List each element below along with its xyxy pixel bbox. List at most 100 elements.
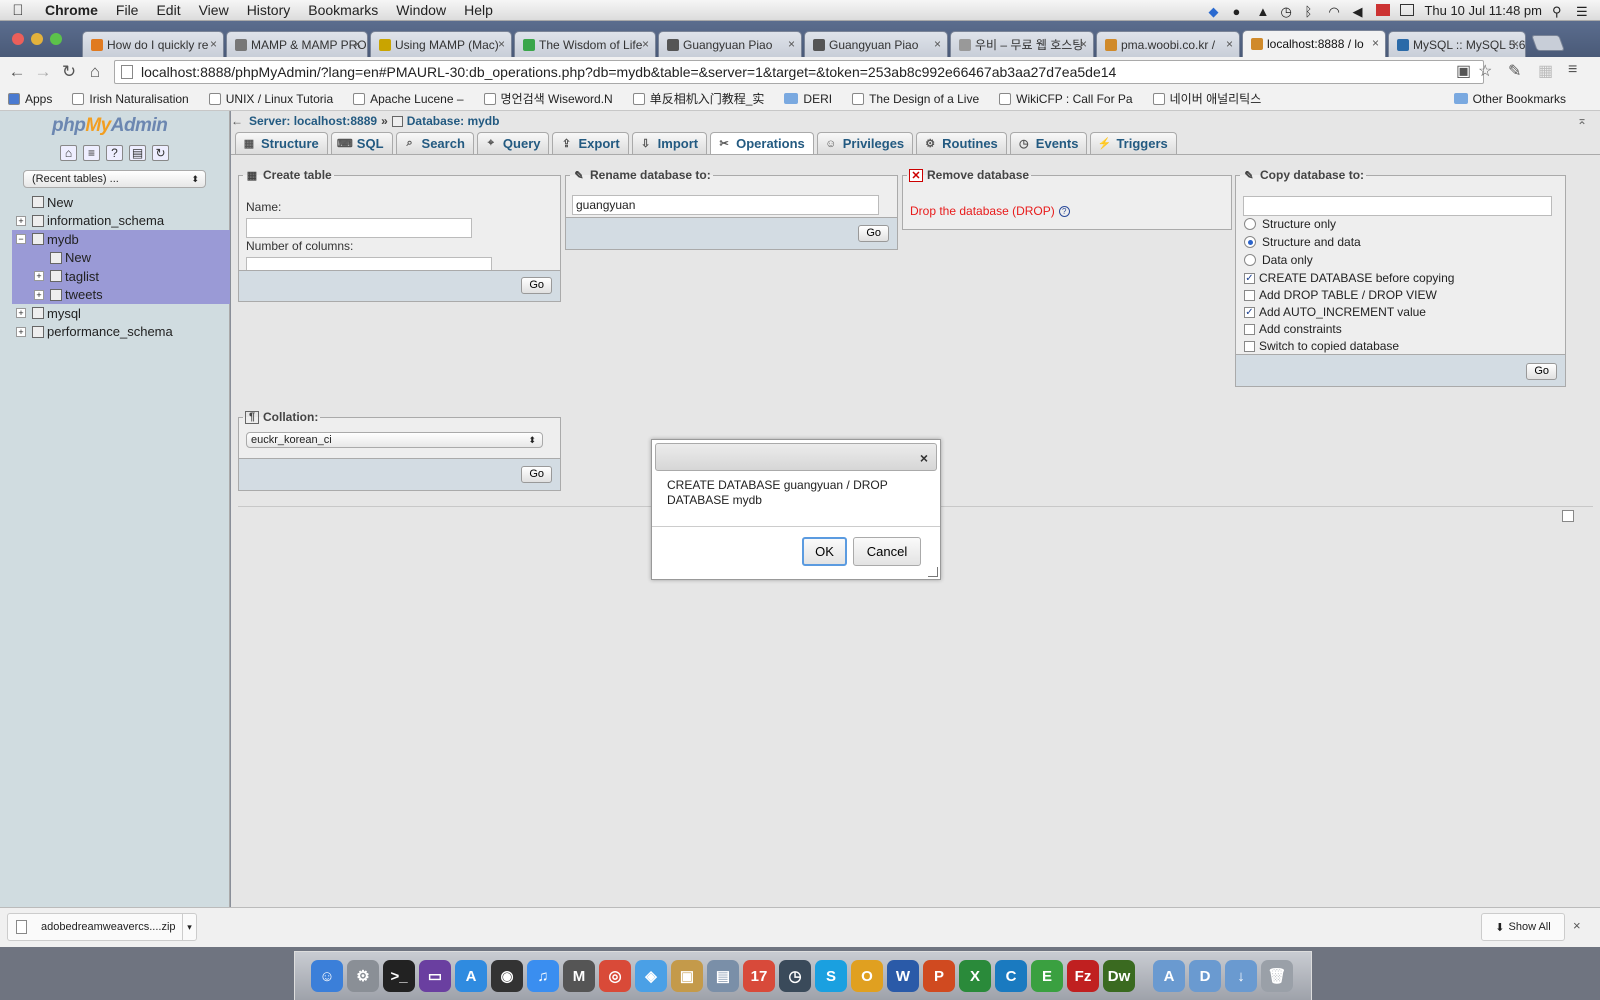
reload-icon[interactable]: ↻ [56,62,82,82]
bookmark-item[interactable]: 单反相机入门教程_实 [632,90,764,107]
excel-icon[interactable]: X [959,960,991,992]
copy-option-checkbox[interactable]: ✓ CREATE DATABASE before copying [1244,271,1454,285]
checkbox[interactable]: ✓ [1244,306,1255,318]
expand-toggle-icon[interactable]: + [16,308,26,319]
tree-node[interactable]: − mydb [12,230,230,249]
applications-folder-icon[interactable]: A [1153,960,1185,992]
close-tab-icon[interactable]: × [934,37,941,51]
close-tab-icon[interactable]: × [642,37,649,51]
browser-tab[interactable]: Guangyuan Piao × [658,31,802,57]
tab-search[interactable]: ⌕ Search [395,132,474,154]
tab-operations[interactable]: ✂ Operations [710,132,814,154]
preview-icon[interactable]: ▣ [671,960,703,992]
tree-node[interactable]: New [12,193,230,212]
dreamweaver-icon[interactable]: Dw [1103,960,1135,992]
extension2-icon[interactable]: ▦ [1538,61,1553,81]
safari-icon[interactable]: ◈ [635,960,667,992]
apple-menu-icon[interactable]:  [0,2,36,19]
checkbox[interactable] [1244,323,1255,335]
extension-icon[interactable]: ▣ [1456,61,1471,81]
tree-node[interactable]: + tweets [12,285,230,304]
tree-node[interactable]: + performance_schema [12,323,230,342]
ok-button[interactable]: OK [802,537,847,566]
close-tab-icon[interactable]: × [210,37,217,51]
bluetooth-icon[interactable]: ᛒ [1304,4,1318,19]
tree-node[interactable]: New [12,248,230,267]
close-tab-icon[interactable]: × [1372,36,1379,50]
tree-node[interactable]: + information_schema [12,212,230,231]
sql-query-icon[interactable]: ≡ [83,145,100,161]
time-machine-icon[interactable]: ◷ [779,960,811,992]
new-tab-button[interactable] [1531,35,1565,51]
collapse-nav-icon[interactable]: ← [231,114,247,128]
console-icon[interactable] [1562,510,1574,522]
close-tab-icon[interactable]: × [788,37,795,51]
close-window-icon[interactable] [12,33,24,45]
copy-mode-radio[interactable]: Structure and data [1244,235,1361,249]
checkbox[interactable] [1244,340,1255,352]
minimize-window-icon[interactable] [31,33,43,45]
browser-tab[interactable]: MySQL :: MySQL 5.6 × [1388,31,1526,57]
expand-toggle-icon[interactable]: + [16,215,26,226]
finder-icon[interactable]: ☺ [311,960,343,992]
copy-option-checkbox[interactable]: Switch to copied database [1244,339,1399,353]
notification-icon[interactable]: ▲ [1256,4,1270,19]
bookmark-star-icon[interactable]: ☆ [1478,61,1492,81]
home-icon[interactable]: ⌂ [60,145,77,161]
menu-help[interactable]: Help [455,2,502,18]
trash-icon[interactable]: 🗑 [1261,960,1293,992]
home-icon[interactable]: ⌂ [82,62,108,82]
outlook-icon[interactable]: O [851,960,883,992]
docs-icon[interactable]: ? [106,145,123,161]
copy-mode-radio[interactable]: Structure only [1244,217,1336,231]
browser-tab[interactable]: Guangyuan Piao × [804,31,948,57]
dropbox-icon[interactable]: ◆ [1208,4,1222,19]
close-tab-icon[interactable]: × [1512,37,1519,51]
breadcrumb-database[interactable]: Database: mydb [407,114,500,128]
time-machine-icon[interactable]: ◷ [1280,4,1294,19]
scroll-top-icon[interactable]: ⌅ [1577,113,1587,127]
dashboard-icon[interactable]: ◉ [491,960,523,992]
back-arrow-icon[interactable]: ← [4,62,30,82]
settings-icon[interactable]: ▤ [129,145,146,161]
tab-triggers[interactable]: ⚡ Triggers [1090,132,1177,154]
tab-import[interactable]: ⇩ Import [631,132,708,154]
menu-bookmarks[interactable]: Bookmarks [299,2,387,18]
radio-button[interactable] [1244,254,1256,266]
app-store-icon[interactable]: A [455,960,487,992]
tree-node[interactable]: + taglist [12,267,230,286]
menu-history[interactable]: History [238,2,300,18]
menu-chrome[interactable]: Chrome [36,2,107,18]
browser-tab[interactable]: Using MAMP (Mac) × [370,31,512,57]
photos-icon[interactable]: ▤ [707,960,739,992]
copy-go-button[interactable]: Go [1526,363,1557,380]
tab-events[interactable]: ◷ Events [1009,132,1088,154]
copy-option-checkbox[interactable]: Add DROP TABLE / DROP VIEW [1244,288,1437,302]
tab-export[interactable]: ⇪ Export [552,132,629,154]
menu-file[interactable]: File [107,2,148,18]
browser-tab[interactable]: How do I quickly re × [82,31,224,57]
close-tab-icon[interactable]: × [498,37,505,51]
documents-folder-icon[interactable]: D [1189,960,1221,992]
system-preferences-icon[interactable]: ⚙ [347,960,379,992]
address-bar[interactable]: localhost:8888/phpMyAdmin/?lang=en#PMAUR… [114,60,1484,84]
rename-database-input[interactable]: guangyuan [572,195,879,215]
close-tab-icon[interactable]: × [354,37,361,51]
evernote-icon[interactable]: ● [1232,4,1246,19]
collation-go-button[interactable]: Go [521,466,552,483]
resize-grip-icon[interactable] [928,567,938,577]
other-bookmarks[interactable]: Other Bookmarks [1453,92,1566,106]
calendar-icon[interactable]: 17 [743,960,775,992]
close-tab-icon[interactable]: × [1226,37,1233,51]
tree-node[interactable]: + mysql [12,304,230,323]
recent-tables-select[interactable]: (Recent tables) ... ⬍ [23,170,206,188]
notification-center-icon[interactable]: ☰ [1576,4,1590,19]
forward-arrow-icon[interactable]: → [30,62,56,82]
skype-icon[interactable]: S [815,960,847,992]
menu-view[interactable]: View [190,2,238,18]
bookmark-item[interactable]: Apps [8,92,52,106]
filezilla-icon[interactable]: Fz [1067,960,1099,992]
expand-toggle-icon[interactable]: + [34,271,44,282]
zoom-window-icon[interactable] [50,33,62,45]
bookmark-item[interactable]: UNIX / Linux Tutoria [208,92,333,106]
